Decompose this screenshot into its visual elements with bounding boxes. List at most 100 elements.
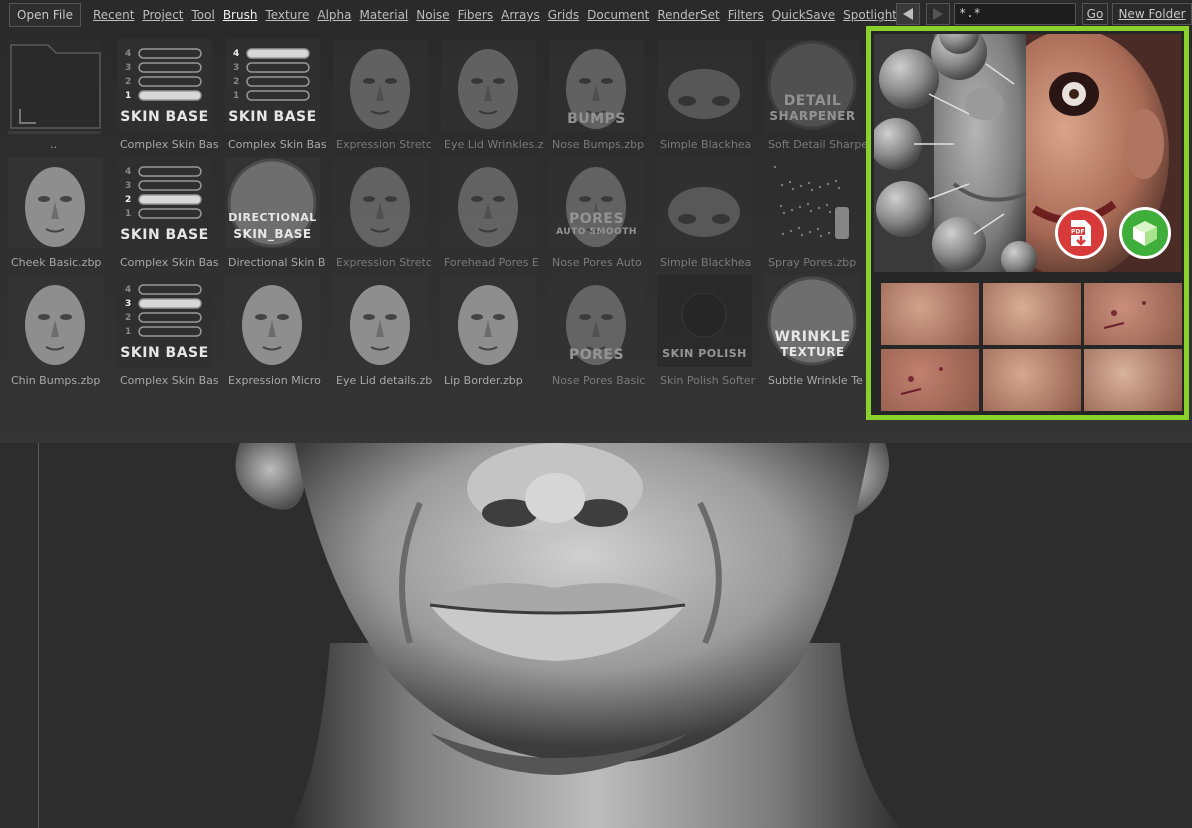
brush-badge: SKIN BASE (120, 227, 209, 243)
brush-tile-label: Complex Skin Bas (120, 256, 219, 269)
brush-tile-label: Soft Detail Sharpe (768, 138, 868, 151)
menu-material[interactable]: Material (360, 8, 409, 22)
brush-tile[interactable]: PORES AUTO SMOOTH (549, 157, 644, 249)
svg-text:3: 3 (125, 63, 131, 73)
back-arrow-icon (903, 8, 913, 20)
brush-tile-label: Expression Stretc (336, 256, 432, 269)
texture-thumbnail[interactable] (881, 283, 979, 345)
cube-icon (1133, 221, 1157, 246)
open-file-button[interactable]: Open File (9, 3, 81, 27)
brush-badge-sub: AUTO SMOOTH (556, 227, 637, 237)
brush-tile[interactable] (441, 157, 536, 249)
brush-tile[interactable] (441, 275, 536, 367)
preview-image: PDF (874, 34, 1181, 272)
brush-thumbnail (333, 275, 428, 367)
texture-thumbnail[interactable] (983, 349, 1081, 411)
brush-tile[interactable] (333, 275, 428, 367)
brush-tile-label: Expression Stretc (336, 138, 432, 151)
menu-alpha[interactable]: Alpha (317, 8, 351, 22)
menu-texture[interactable]: Texture (265, 8, 309, 22)
menu-spotlight[interactable]: Spotlight (843, 8, 897, 22)
menu-arrays[interactable]: Arrays (501, 8, 540, 22)
svg-text:4: 4 (125, 167, 131, 177)
new-folder-button[interactable]: New Folder (1112, 3, 1192, 25)
brush-tile[interactable] (333, 39, 428, 131)
brush-tile[interactable]: 4 3 2 1 SKIN BASE (117, 157, 212, 249)
go-button[interactable]: Go (1082, 3, 1108, 25)
menu-document[interactable]: Document (587, 8, 649, 22)
svg-text:3: 3 (125, 181, 131, 191)
brush-tile-label: Eye Lid details.zb (336, 374, 433, 387)
brush-badge: SKIN BASE (120, 109, 209, 125)
brush-tile[interactable] (657, 39, 752, 131)
brush-tile-label: Complex Skin Bas (120, 138, 219, 151)
brush-tile[interactable] (8, 157, 103, 249)
head-model (235, 443, 900, 828)
menu-fibers[interactable]: Fibers (458, 8, 494, 22)
brush-thumbnail (8, 157, 103, 249)
menu-tool[interactable]: Tool (192, 8, 215, 22)
folder-icon (8, 39, 101, 131)
menu-quicksave[interactable]: QuickSave (772, 8, 835, 22)
brush-tile[interactable]: PORES (549, 275, 644, 367)
brush-thumbnail (333, 157, 428, 249)
preview-panel: PDF (866, 26, 1189, 420)
menu-filters[interactable]: Filters (728, 8, 764, 22)
menu-grids[interactable]: Grids (548, 8, 579, 22)
3d-model-button[interactable] (1119, 207, 1171, 259)
sculpt-viewport[interactable] (0, 443, 1192, 828)
svg-text:3: 3 (125, 299, 131, 309)
texture-thumbnail[interactable] (1084, 349, 1182, 411)
brush-tile-label: Directional Skin B (228, 256, 326, 269)
brush-tile[interactable] (333, 157, 428, 249)
brush-tile-label: Lip Border.zbp (444, 374, 523, 387)
brush-tile[interactable] (225, 275, 320, 367)
texture-thumbnail[interactable] (1084, 283, 1182, 345)
brush-badge-sub: TEXTURE (780, 345, 845, 359)
forward-arrow-button[interactable] (926, 3, 950, 25)
svg-text:4: 4 (125, 285, 131, 295)
brush-thumbnail (225, 275, 320, 367)
brush-badge-sub: SHARPENER (769, 109, 856, 123)
brush-tile-label: Skin Polish Softer (660, 374, 756, 387)
filter-input[interactable]: *.* (954, 3, 1076, 25)
forward-arrow-icon (933, 8, 943, 20)
brush-badge: SKIN BASE (120, 345, 209, 361)
menu-recent[interactable]: Recent (93, 8, 134, 22)
back-arrow-button[interactable] (896, 3, 920, 25)
brush-tile[interactable]: DIRECTIONAL SKIN_BASE (225, 157, 320, 249)
brush-tile[interactable]: 4 3 2 1 SKIN BASE (117, 39, 212, 131)
menu-renderset[interactable]: RenderSet (657, 8, 719, 22)
brush-thumbnail (441, 39, 536, 131)
pdf-download-button[interactable]: PDF (1055, 207, 1107, 259)
skin-texture-thumbnails (876, 279, 1182, 411)
texture-thumbnail[interactable] (983, 283, 1081, 345)
menu-noise[interactable]: Noise (416, 8, 449, 22)
menu-project[interactable]: Project (142, 8, 183, 22)
svg-text:PDF: PDF (1071, 229, 1084, 236)
pdf-download-icon: PDF (1069, 220, 1091, 246)
svg-text:2: 2 (125, 77, 131, 87)
brush-tile[interactable]: BUMPS (549, 39, 644, 131)
brush-tile[interactable] (441, 39, 536, 131)
brush-tile[interactable] (765, 157, 860, 249)
brush-tile[interactable] (8, 275, 103, 367)
brush-tile[interactable] (657, 157, 752, 249)
brush-tile[interactable]: 4 3 2 1 SKIN BASE (225, 39, 320, 131)
svg-text:2: 2 (125, 313, 131, 323)
brush-badge: PORES (568, 347, 625, 363)
svg-text:1: 1 (233, 91, 239, 101)
brush-tile[interactable]: 4 3 2 1 SKIN BASE (117, 275, 212, 367)
brush-badge: SKIN BASE (228, 109, 317, 125)
menu-items: Recent Project Tool Brush Texture Alpha Materi… (89, 8, 901, 22)
brush-tile-label: Expression Micro (228, 374, 321, 387)
texture-thumbnail[interactable] (881, 349, 979, 411)
menu-brush[interactable]: Brush (223, 8, 258, 22)
brush-tile-label: Cheek Basic.zbp (11, 256, 102, 269)
brush-tile[interactable]: SKIN POLISH (657, 275, 752, 367)
brush-tile[interactable]: WRINKLE TEXTURE (765, 275, 860, 367)
brush-badge: BUMPS (567, 111, 626, 127)
brush-badge: PORES (568, 211, 625, 227)
brush-tile[interactable]: DETAIL SHARPENER (765, 39, 860, 131)
brush-tile[interactable] (8, 39, 101, 134)
